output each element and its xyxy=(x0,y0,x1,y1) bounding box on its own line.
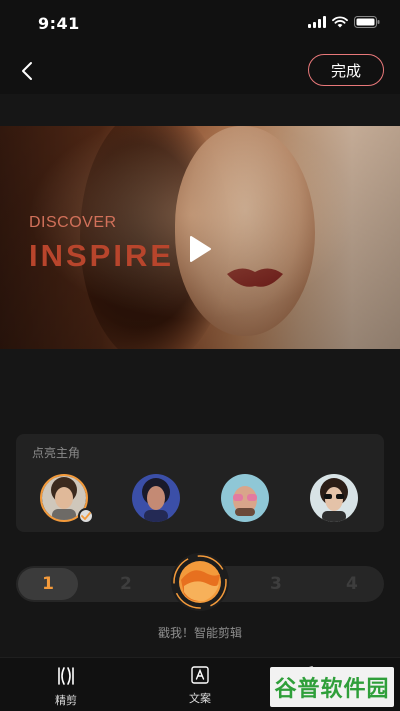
video-title-discover: DISCOVER xyxy=(29,214,117,231)
status-time: 9:41 xyxy=(38,14,80,33)
video-preview[interactable]: DISCOVER INSPIRE xyxy=(0,126,400,349)
done-button[interactable]: 完成 xyxy=(308,54,384,86)
avatar-2[interactable] xyxy=(132,474,180,522)
play-icon[interactable] xyxy=(188,235,212,263)
status-bar: 9:41 xyxy=(0,0,400,48)
step-3[interactable]: 3 xyxy=(270,574,282,594)
back-button[interactable] xyxy=(12,56,42,86)
tab-copywriting-label: 文案 xyxy=(189,692,211,705)
tab-fine-cut[interactable]: 精剪 xyxy=(36,666,96,708)
selected-check-icon xyxy=(78,508,94,524)
lead-role-card: 点亮主角 xyxy=(16,434,384,532)
avatar-4[interactable] xyxy=(310,474,358,522)
step-2[interactable]: 2 xyxy=(120,574,132,594)
portrait-sunglasses xyxy=(310,474,358,522)
video-title-inspire: INSPIRE xyxy=(29,238,175,273)
step-4[interactable]: 4 xyxy=(346,574,358,594)
cellular-signal-icon xyxy=(308,16,326,28)
smart-edit-button[interactable] xyxy=(170,552,230,612)
tab-fine-cut-label: 精剪 xyxy=(55,694,77,707)
smart-edit-hint: 戳我！智能剪辑 xyxy=(157,626,242,640)
status-icons xyxy=(308,16,380,28)
lead-role-title: 点亮主角 xyxy=(32,446,81,460)
portrait-pink-glasses xyxy=(221,474,269,522)
chevron-left-icon xyxy=(22,62,32,80)
step-1[interactable]: 1 xyxy=(18,568,78,600)
trim-icon xyxy=(58,667,74,685)
nav-bar: 完成 xyxy=(0,48,400,94)
watermark: 谷普软件园 xyxy=(270,667,394,707)
wifi-icon xyxy=(332,16,348,28)
tab-copywriting[interactable]: 文案 xyxy=(170,666,230,706)
text-a-icon xyxy=(191,666,209,684)
battery-icon xyxy=(354,16,380,28)
avatar-3[interactable] xyxy=(221,474,269,522)
portrait-blue-light xyxy=(132,474,180,522)
